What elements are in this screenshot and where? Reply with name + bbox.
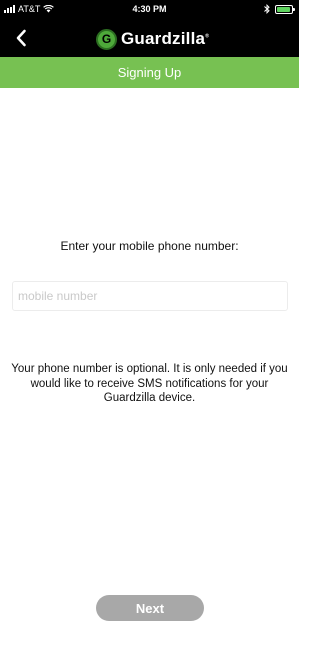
optional-info-text: Your phone number is optional. It is onl… xyxy=(11,363,288,404)
guardzilla-logo: G Guardzilla® xyxy=(96,27,209,51)
next-button[interactable]: Next xyxy=(96,595,204,621)
back-button[interactable] xyxy=(8,25,34,51)
nav-bar: G Guardzilla® xyxy=(0,20,299,57)
mobile-number-input[interactable] xyxy=(12,281,288,311)
bluetooth-icon xyxy=(264,4,270,14)
brand-name: Guardzilla xyxy=(121,29,206,48)
chevron-left-icon xyxy=(16,29,26,47)
battery-icon xyxy=(275,4,295,14)
status-time: 4:30 PM xyxy=(132,4,167,14)
status-bar: AT&T 4:30 PM xyxy=(0,0,299,20)
phone-prompt: Enter your mobile phone number: xyxy=(60,239,239,253)
title-bar: Signing Up xyxy=(0,57,299,88)
logo-text: Guardzilla® xyxy=(121,29,209,49)
battery-level xyxy=(277,6,290,12)
status-right xyxy=(264,4,295,14)
logo-mark-icon: G xyxy=(96,28,117,50)
registered-mark: ® xyxy=(205,33,210,40)
page-title: Signing Up xyxy=(117,65,182,80)
